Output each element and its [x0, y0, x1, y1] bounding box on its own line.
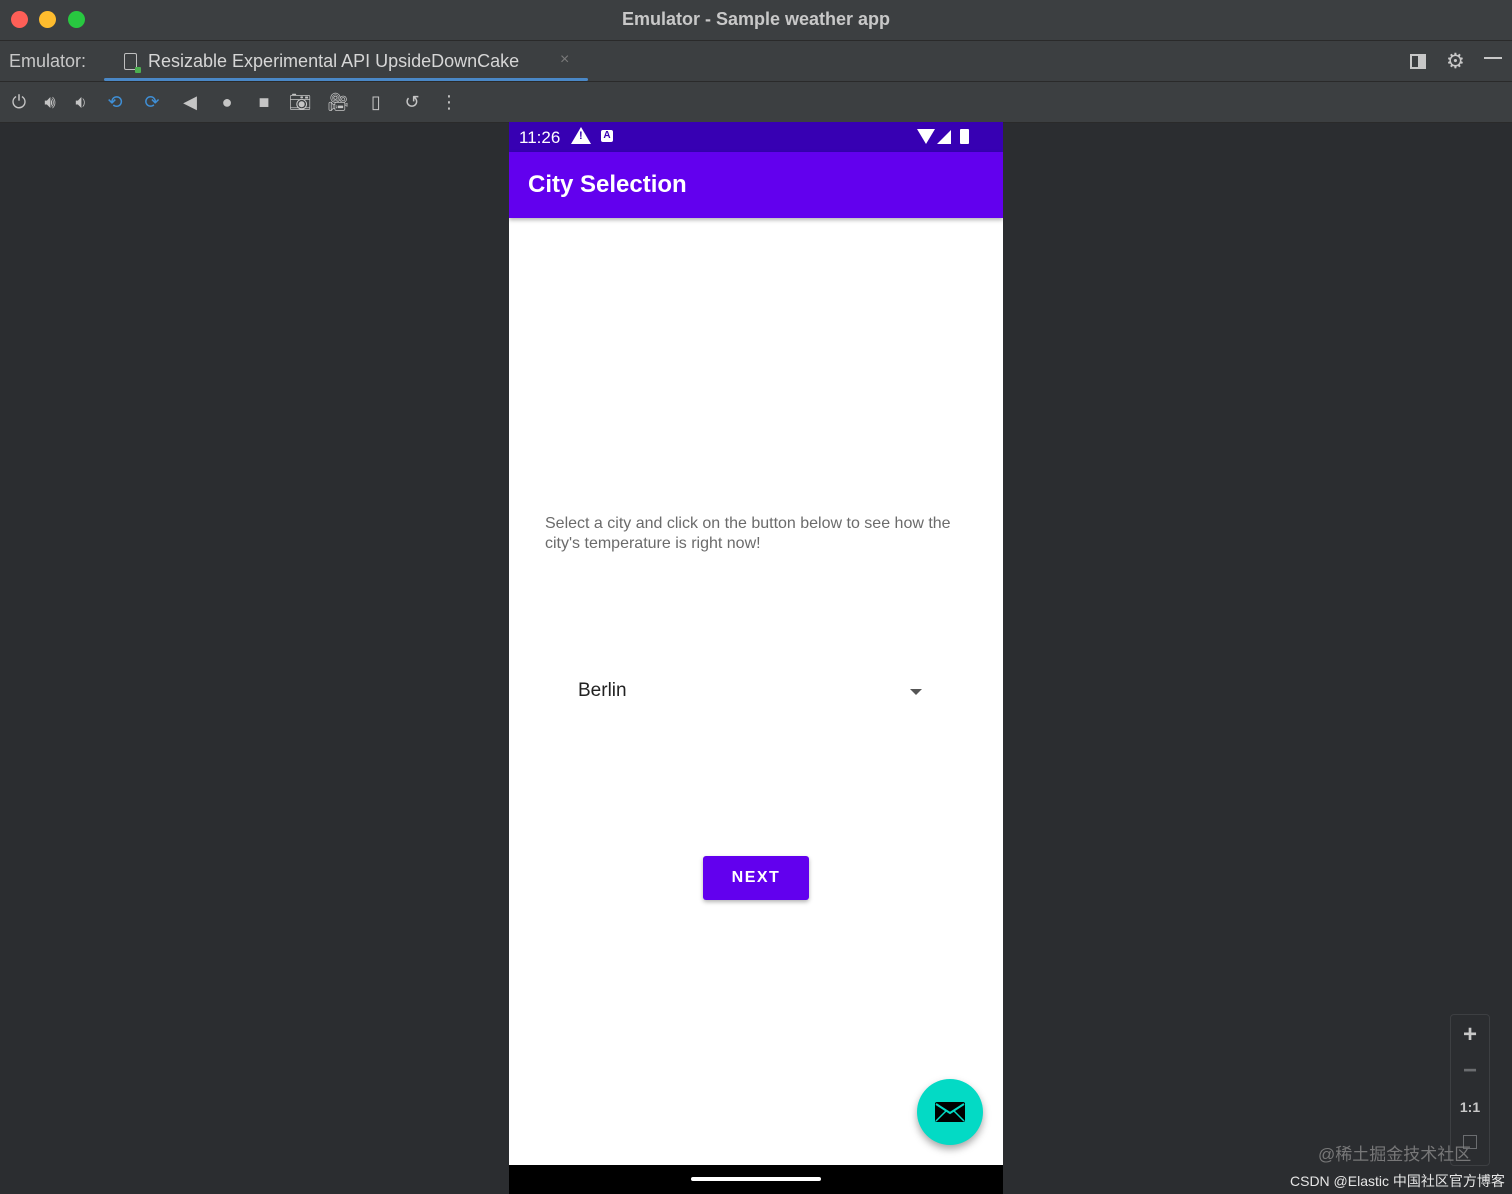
tab-bar: Emulator: Resizable Experimental API Ups… — [0, 41, 1512, 82]
email-fab-button[interactable] — [917, 1079, 983, 1145]
tab-label: Resizable Experimental API UpsideDownCak… — [148, 51, 520, 71]
next-button[interactable]: NEXT — [703, 856, 809, 900]
more-icon[interactable]: ⋮ — [437, 90, 461, 114]
hide-panel-icon[interactable] — [1484, 57, 1502, 59]
emulator-toolbar: ⏻ 🔊︎ 🔉︎ ⟲ ⟳ ◀ ● ■ 📷︎ 🎥︎ ▯ ↺ ⋮ — [0, 82, 1512, 123]
panel-layout-icon[interactable] — [1410, 54, 1426, 69]
camera-icon[interactable]: 📷︎ — [288, 90, 312, 114]
record-icon[interactable]: 🎥︎ — [326, 90, 350, 114]
app-bar: City Selection — [509, 152, 1003, 218]
battery-icon — [960, 129, 969, 144]
tab-device[interactable]: Resizable Experimental API UpsideDownCak… — [104, 41, 588, 81]
description-text: Select a city and click on the button be… — [545, 515, 951, 552]
tab-bar-label: Emulator: — [9, 51, 87, 71]
back-icon[interactable]: ◀ — [178, 90, 202, 114]
device-icon — [124, 53, 141, 73]
snapshot-icon[interactable]: ↺ — [400, 90, 424, 114]
notification-a-icon: A — [601, 130, 613, 142]
warning-icon — [571, 127, 591, 144]
page-title: City Selection — [528, 171, 687, 198]
status-time: 11:26 — [519, 128, 561, 147]
tab-close-icon[interactable]: × — [560, 51, 569, 69]
volume-down-icon[interactable]: 🔉︎ — [69, 90, 93, 114]
status-bar: 11:26 A — [509, 122, 1003, 152]
tab-active-indicator — [104, 78, 588, 81]
zoom-in-button[interactable]: + — [1451, 1021, 1489, 1049]
mail-icon — [935, 1102, 965, 1122]
device-screen[interactable]: 11:26 A City Selection Select a city and… — [509, 122, 1003, 1194]
watermark-juejin: @稀土掘金技术社区 — [1318, 1145, 1472, 1164]
rotate-left-icon[interactable]: ⟲ — [103, 90, 127, 114]
gesture-handle[interactable] — [691, 1177, 821, 1181]
power-icon[interactable]: ⏻ — [7, 90, 31, 114]
spinner-selected-value: Berlin — [578, 680, 627, 701]
window-title: Emulator - Sample weather app — [621, 9, 891, 29]
dropdown-arrow-icon — [910, 689, 922, 695]
gear-icon[interactable]: ⚙ — [1446, 49, 1465, 74]
fold-icon[interactable]: ▯ — [364, 90, 388, 114]
navigation-bar — [509, 1165, 1003, 1194]
zoom-out-button[interactable]: − — [1451, 1057, 1489, 1085]
wifi-icon — [917, 129, 935, 144]
overview-icon[interactable]: ■ — [252, 90, 276, 114]
zoom-actual-size-button[interactable]: 1:1 — [1451, 1099, 1489, 1115]
home-icon[interactable]: ● — [215, 90, 239, 114]
rotate-right-icon[interactable]: ⟳ — [140, 90, 164, 114]
watermark-csdn: CSDN @Elastic 中国社区官方博客 — [1290, 1173, 1505, 1189]
signal-icon — [937, 130, 951, 144]
city-spinner[interactable]: Berlin — [561, 670, 939, 714]
window-titlebar: Emulator - Sample weather app — [0, 0, 1512, 41]
volume-up-icon[interactable]: 🔊︎ — [38, 90, 62, 114]
